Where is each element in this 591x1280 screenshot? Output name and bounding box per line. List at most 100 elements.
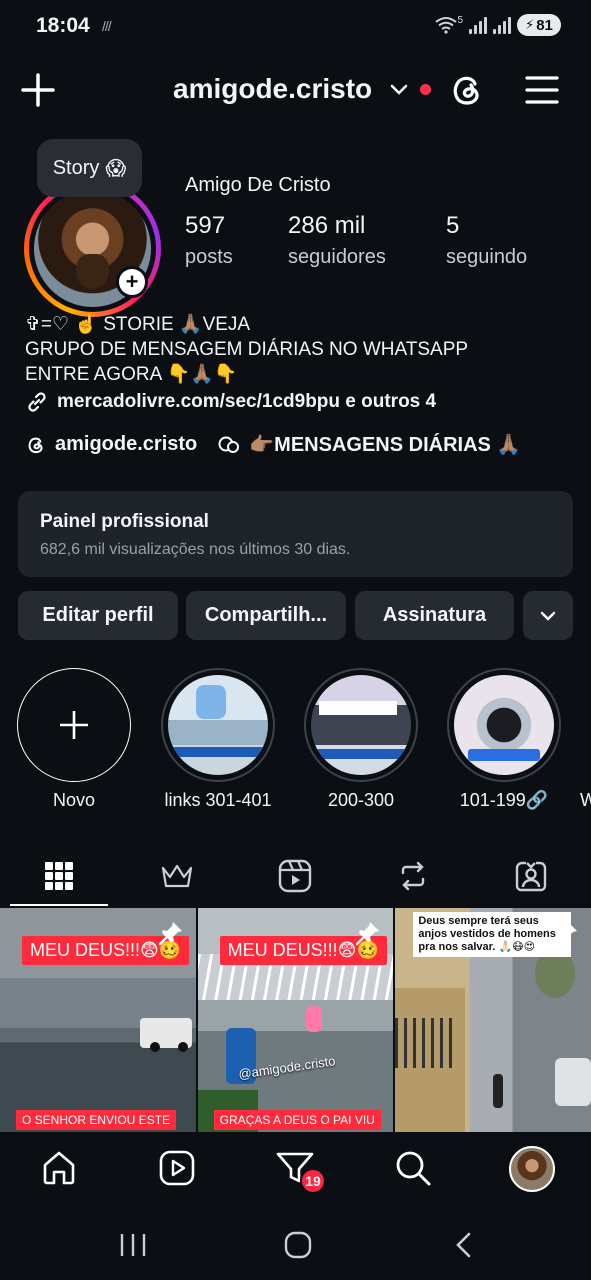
share-profile-button[interactable]: Compartilh... [186, 591, 346, 640]
highlight-cover [454, 675, 554, 775]
notification-badge: 19 [300, 1168, 326, 1194]
stat-value: 597 [185, 212, 226, 239]
tab-reposts[interactable] [354, 846, 472, 906]
highlight-label: W [580, 790, 591, 810]
signal-icon-2 [493, 16, 511, 34]
posts-grid: MEU DEUS!!!😨🥴 O SENHOR ENVIOU ESTE MEU D… [0, 908, 591, 1132]
highlight-label: Novo [52, 790, 96, 810]
home-button-icon[interactable] [284, 1231, 312, 1259]
profile-header: amigode.cristo [0, 62, 591, 118]
account-username[interactable]: amigode.cristo [173, 73, 372, 105]
tab-tagged[interactable] [472, 846, 590, 906]
threads-button[interactable] [447, 70, 487, 110]
post-thumbnail[interactable]: MEU DEUS!!!😨🥴 @amigode.cristo GRAÇAS A D… [197, 908, 394, 1132]
wifi-icon [435, 17, 458, 34]
link-icon [28, 392, 46, 412]
channel-icon [218, 436, 240, 453]
status-icons: 5 ⚡ 81 [435, 14, 561, 36]
reels-icon [278, 859, 312, 893]
repost-icon [401, 861, 425, 891]
add-story-button[interactable]: + [116, 266, 148, 298]
nav-home[interactable] [37, 1146, 81, 1190]
dashboard-title: Painel profissional [40, 511, 209, 532]
highlight-item[interactable]: 200-300 [304, 668, 418, 811]
plus-icon [21, 73, 55, 107]
subscription-button[interactable]: Assinatura [355, 591, 514, 640]
highlight-cover [168, 675, 268, 775]
highlight-label: links 301-401 [164, 790, 272, 810]
display-name: Amigo De Cristo [185, 174, 331, 196]
stat-label: seguidores [288, 246, 386, 268]
wifi-mark: 5 [457, 14, 463, 26]
highlight-label: 200-300 [327, 790, 395, 810]
bottom-navigation: 19 [0, 1132, 591, 1208]
bio-line: ENTRE AGORA 👇🙏🏽👇 [25, 364, 238, 385]
chevron-down-icon[interactable] [388, 79, 410, 101]
plus-icon [60, 711, 88, 739]
professional-dashboard[interactable]: Painel profissional 682,6 mil visualizaç… [18, 491, 573, 577]
bio-link[interactable]: mercadolivre.com/sec/1cd9bpu e outros 4 [25, 390, 436, 414]
status-bar: 18:04 /// 5 ⚡ 81 [0, 0, 591, 56]
pinned-icon [356, 922, 380, 946]
crown-icon [161, 864, 193, 888]
content-tabs [0, 846, 591, 908]
highlight-item-partial[interactable]: W [580, 668, 591, 811]
stat-value: 5 [446, 212, 460, 239]
create-button[interactable] [18, 70, 58, 110]
nav-reels[interactable] [155, 1146, 199, 1190]
dashboard-subtitle: 682,6 mil visualizações nos últimos 30 d… [40, 541, 351, 558]
back-icon[interactable] [453, 1231, 473, 1259]
story-tooltip[interactable]: Story 😱 [37, 139, 142, 197]
profile-avatar[interactable] [24, 180, 161, 317]
nav-profile-avatar[interactable] [509, 1146, 555, 1192]
tab-subscriber-content[interactable] [118, 846, 236, 906]
story-tooltip-text: Story [52, 156, 100, 179]
home-icon [43, 1151, 75, 1185]
stat-value: 286 mil [288, 212, 366, 239]
highlight-label: 101-199🔗 [459, 790, 549, 810]
nav-search[interactable] [391, 1146, 435, 1190]
status-extra: /// [102, 18, 112, 34]
signal-icon [469, 16, 487, 34]
bio-line: ✞=♡ ☝️ STORIE 🙏🏽VEJA [25, 314, 251, 335]
post-thumbnail[interactable]: Deus sempre terá seus anjos vestidos de … [395, 908, 591, 1132]
battery-indicator: ⚡ 81 [517, 14, 561, 36]
bio-link-text: mercadolivre.com/sec/1cd9bpu e outros 4 [57, 391, 437, 412]
status-time: 18:04 [36, 14, 90, 37]
search-icon [396, 1151, 431, 1186]
tab-posts-grid[interactable] [0, 846, 118, 906]
stat-following[interactable]: 5 seguindo [446, 212, 527, 269]
linked-accounts: amigode.cristo 👉🏽MENSAGENS DIÁRIAS 🙏🏽 [25, 432, 521, 457]
tagged-person-icon [515, 861, 547, 892]
tab-reels[interactable] [236, 846, 354, 906]
post-caption: O SENHOR ENVIOU ESTE [16, 1110, 177, 1130]
chevron-down-icon [540, 611, 556, 621]
stat-followers[interactable]: 286 mil seguidores [288, 212, 386, 269]
post-thumbnail[interactable]: MEU DEUS!!!😨🥴 O SENHOR ENVIOU ESTE [0, 908, 196, 1132]
recent-apps-icon[interactable] [118, 1232, 148, 1258]
highlight-cover [311, 675, 411, 775]
bio-line: GRUPO DE MENSAGEM DIÁRIAS NO WHATSAPP [25, 339, 469, 360]
pinned-icon [158, 922, 182, 946]
highlight-item[interactable]: links 301-401 [161, 668, 275, 811]
highlight-item[interactable]: 101-199🔗 [447, 668, 561, 811]
system-navigation [0, 1208, 591, 1280]
post-quote-overlay: Deus sempre terá seus anjos vestidos de … [413, 912, 572, 957]
battery-level: 81 [536, 16, 553, 34]
stat-posts[interactable]: 597 posts [185, 212, 233, 269]
post-caption: GRAÇAS A DEUS O PAI VIU [213, 1110, 381, 1130]
menu-button[interactable] [520, 70, 564, 110]
threads-handle[interactable]: amigode.cristo [55, 433, 197, 456]
stat-label: seguindo [446, 246, 528, 268]
edit-profile-button[interactable]: Editar perfil [18, 591, 178, 640]
pinned-icon [553, 922, 578, 946]
reels-icon [159, 1150, 195, 1186]
more-options-button[interactable] [523, 591, 573, 640]
charging-icon: ⚡ [525, 17, 535, 32]
highlight-new[interactable]: Novo [17, 668, 131, 811]
grid-icon [45, 862, 73, 890]
story-tooltip-emoji: 😱 [105, 157, 127, 180]
threads-icon [28, 437, 43, 453]
active-tab-indicator [10, 904, 108, 906]
broadcast-channel[interactable]: 👉🏽MENSAGENS DIÁRIAS 🙏🏽 [249, 432, 521, 457]
